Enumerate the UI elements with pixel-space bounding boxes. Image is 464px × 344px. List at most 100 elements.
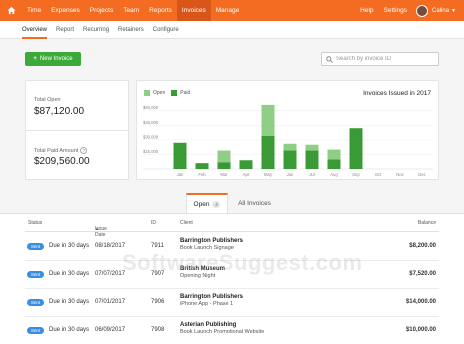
subnav-retainers[interactable]: Retainers (118, 21, 144, 39)
user-name: Calina (432, 7, 450, 14)
status-badge: Sent (27, 299, 44, 306)
x-tick-label: Nov (396, 172, 404, 177)
y-tick-label: $30,000 (143, 134, 159, 139)
subnav-overview[interactable]: Overview (22, 21, 48, 39)
invoice-subject: Book Launch Signage (180, 245, 234, 251)
bar-open (327, 149, 341, 160)
y-tick-label: $60,000 (143, 105, 159, 110)
bar-paid (173, 142, 187, 169)
status-badge: Sent (27, 271, 44, 278)
home-button[interactable] (0, 0, 22, 21)
issue-date: 06/09/2017 (95, 327, 126, 333)
user-menu[interactable]: Calina ▼ (412, 0, 464, 21)
tab-all-invoices[interactable]: All Invoices (232, 193, 277, 213)
client-cell: Asterian Publishing Book Launch Promotion… (180, 322, 264, 335)
bar-open (217, 150, 231, 163)
nav-expenses[interactable]: Expenses (46, 0, 85, 21)
bar-paid (349, 128, 363, 169)
y-tick-label: $15,000 (143, 149, 159, 154)
x-tick-label: Jan (177, 172, 184, 177)
bar-open (283, 143, 297, 151)
plus-icon: + (33, 56, 37, 62)
x-tick-label: Feb (198, 172, 206, 177)
total-paid-value: $209,560.00 (34, 156, 90, 167)
x-tick-label: Sep (352, 172, 360, 177)
issue-date: 07/07/2017 (95, 271, 126, 277)
sort-asc-icon: ▲ (95, 226, 99, 231)
invoice-id: 7906 (151, 299, 165, 305)
due-text: Due in 30 days (49, 243, 90, 249)
total-paid-label-row: Total Paid Amount? (34, 147, 88, 154)
balance-amount: $14,000.00 (405, 299, 436, 305)
col-balance[interactable]: Balance (418, 220, 436, 226)
bar-paid (261, 135, 275, 169)
subnav-configure[interactable]: Configure (153, 21, 179, 39)
nav-time[interactable]: Time (22, 0, 46, 21)
table-row[interactable]: Sent Due in 30 days 07/01/2017 7906 Barringt… (25, 289, 439, 317)
tab-open[interactable]: Open 4 (186, 193, 228, 213)
bar-paid (239, 160, 253, 169)
x-tick-label: Oct (375, 172, 382, 177)
total-open-value: $87,120.00 (34, 106, 85, 117)
nav-reports[interactable]: Reports (144, 0, 177, 21)
x-tick-label: Jul (309, 172, 314, 177)
total-open-label: Total Open (34, 97, 61, 103)
x-tick-label: Apr (243, 172, 250, 177)
x-tick-label: Dec (418, 172, 425, 177)
new-invoice-label: New Invoice (39, 56, 73, 62)
due-text: Due in 30 days (49, 271, 90, 277)
invoice-subject: Book Launch Promotional Website (180, 329, 265, 335)
bar-paid (283, 150, 297, 169)
total-paid-label: Total Paid Amount (34, 148, 79, 154)
avatar (416, 4, 429, 17)
y-tick-label: $45,000 (143, 120, 159, 125)
nav-manage[interactable]: Manage (211, 0, 245, 21)
nav-team[interactable]: Team (118, 0, 144, 21)
issue-date: 07/01/2017 (95, 299, 126, 305)
invoice-id: 7911 (151, 243, 164, 249)
subnav-recurring[interactable]: Recurring (83, 21, 109, 39)
top-navigation: Time Expenses Projects Team Reports Invo… (0, 0, 464, 21)
table-row[interactable]: Sent Due in 30 days 08/18/2017 7911 Barringt… (25, 233, 439, 261)
invoice-tabs: Open 4 All Invoices (0, 193, 464, 213)
subnav-report[interactable]: Report (56, 21, 74, 39)
due-text: Due in 30 days (49, 299, 90, 305)
new-invoice-button[interactable]: + New Invoice (25, 52, 81, 66)
tab-open-label: Open (193, 200, 210, 208)
open-count-badge: 4 (212, 200, 221, 208)
bar-paid (217, 162, 231, 169)
home-icon (6, 6, 16, 15)
client-cell: Barrington Publishers Book Launch Signage (180, 238, 243, 251)
col-id[interactable]: ID (151, 220, 156, 226)
nav-invoices[interactable]: Invoices (176, 0, 211, 21)
x-tick-label: Aug (330, 172, 338, 177)
x-tick-label: Jun (287, 172, 294, 177)
status-badge: Sent (27, 327, 44, 334)
issue-date: 08/18/2017 (95, 243, 126, 249)
bar-paid (305, 150, 319, 169)
search-box (321, 52, 439, 66)
nav-projects[interactable]: Projects (85, 0, 118, 21)
invoices-bar-chart: $60,000 $45,000 $30,000 $15,000 Jan Feb Mar Apr… (143, 104, 433, 177)
help-icon[interactable]: ? (80, 147, 88, 154)
invoice-subject: Opening Night (180, 273, 216, 279)
invoices-chart-card: Open Paid Invoices Issued in 2017 $60,00… (136, 80, 439, 180)
due-text: Due in 30 days (49, 327, 90, 333)
invoices-table: Status Issue Date ▲ ID Client Balance Se… (0, 213, 464, 344)
client-name: Barrington Publishers (180, 294, 244, 300)
status-badge: Sent (27, 243, 44, 250)
bar-open (305, 144, 319, 151)
invoice-id: 7907 (151, 271, 165, 277)
balance-amount: $8,200.00 (409, 243, 436, 249)
settings-link[interactable]: Settings (379, 0, 413, 21)
col-status[interactable]: Status (28, 220, 42, 226)
balance-amount: $7,520.00 (409, 271, 436, 277)
table-row[interactable]: Sent Due in 30 days 06/09/2017 7908 Asterian… (25, 317, 439, 344)
table-row[interactable]: Sent Due in 30 days 07/07/2017 7907 British … (25, 261, 439, 289)
help-link[interactable]: Help (355, 0, 378, 21)
client-name: Asterian Publishing (180, 322, 237, 328)
table-header: Status Issue Date ▲ ID Client Balance (25, 214, 439, 238)
col-client[interactable]: Client (180, 220, 193, 226)
invoice-id: 7908 (151, 327, 165, 333)
search-input[interactable] (336, 56, 436, 62)
